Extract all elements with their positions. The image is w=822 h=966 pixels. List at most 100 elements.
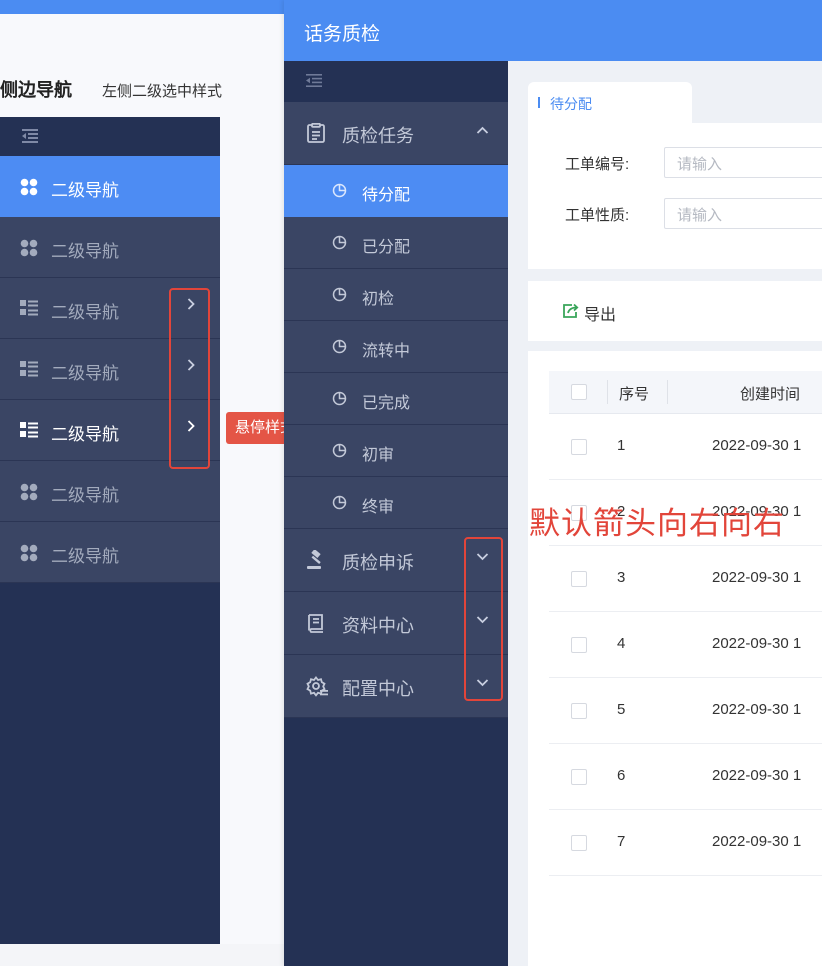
hover-style-tag: 悬停样式 (226, 412, 286, 444)
pie-chart-icon (332, 287, 347, 307)
pie-chart-icon (332, 183, 347, 203)
data-table: 序号 创建时间 1 2022-09-30 1 2 2022-09-30 1 3 2022-… (528, 351, 822, 966)
order-no-input[interactable]: 请输入 (664, 147, 822, 178)
sidebar-item-label: 流转中 (362, 343, 411, 360)
tab-indicator (538, 97, 540, 108)
table-row[interactable]: 1 2022-09-30 1 (549, 414, 822, 480)
sidebar-item[interactable]: 流转中 (284, 321, 508, 373)
row-create-time: 2022-09-30 1 (712, 635, 802, 652)
annotation-text: 默认箭头向右向右 (529, 506, 785, 541)
settings-icon (306, 676, 328, 702)
sidebar-item[interactable]: 初审 (284, 425, 508, 477)
export-label: 导出 (584, 307, 617, 324)
grid-icon (20, 483, 38, 506)
spec-nav-label: 二级导航 (51, 547, 119, 566)
sidebar-item[interactable]: 待分配 (284, 165, 508, 217)
select-all-checkbox[interactable] (571, 384, 587, 400)
grid-icon (20, 178, 38, 201)
filter-label-order-no: 工单编号: (565, 156, 630, 173)
header-create-time: 创建时间 (740, 386, 801, 403)
row-create-time: 2022-09-30 1 (712, 833, 802, 850)
sidebar-group-quality-task[interactable]: 质检任务 (284, 102, 508, 165)
row-create-time: 2022-09-30 1 (712, 767, 802, 784)
filter-panel: 工单编号: 请输入 工单性质: 请输入 (528, 123, 822, 269)
order-type-input[interactable]: 请输入 (664, 198, 822, 229)
row-create-time: 2022-09-30 1 (712, 701, 802, 718)
grid-icon (20, 544, 38, 567)
spec-subtitle: 左侧二级选中样式 (102, 83, 223, 100)
table-row[interactable]: 6 2022-09-30 1 (549, 744, 822, 810)
sidebar-item-label: 初检 (362, 291, 395, 308)
row-index: 6 (617, 767, 626, 784)
spec-nav-label: 二级导航 (51, 181, 119, 200)
clipboard-icon (306, 122, 326, 148)
sidebar-group-label: 质检申诉 (342, 553, 414, 573)
row-index: 5 (617, 701, 626, 718)
sidebar-group-label: 资料中心 (342, 616, 414, 636)
design-spec-panel: 侧边导航 左侧二级选中样式 二级导航 二级导航 二级导航 二级导航 二级导航 二级导航 二级… (0, 0, 286, 944)
spec-nav-item[interactable]: 二级导航 (0, 522, 220, 583)
spec-nav-item[interactable]: 二级导航 (0, 217, 220, 278)
spec-nav-label: 二级导航 (51, 425, 119, 444)
row-checkbox[interactable] (571, 571, 587, 587)
row-index: 7 (617, 833, 626, 850)
list-icon (20, 361, 38, 382)
row-checkbox[interactable] (571, 835, 587, 851)
table-row[interactable]: 3 2022-09-30 1 (549, 546, 822, 612)
header-separator (607, 380, 608, 404)
spec-arrow-highlight-box (169, 288, 210, 469)
spec-nav-item[interactable]: 二级导航 (0, 156, 220, 217)
spec-nav-label: 二级导航 (51, 303, 119, 322)
sidebar-item[interactable]: 初检 (284, 269, 508, 321)
sidebar-item-label: 已完成 (362, 395, 411, 412)
row-create-time: 2022-09-30 1 (712, 437, 802, 454)
app-header: 话务质检 (284, 0, 822, 61)
spec-nav-label: 二级导航 (51, 364, 119, 383)
book-icon (306, 613, 326, 638)
spec-sidebar: 二级导航 二级导航 二级导航 二级导航 二级导航 二级导航 二级导航 (0, 117, 220, 944)
spec-nav-item[interactable]: 二级导航 (0, 461, 220, 522)
gavel-icon (306, 549, 328, 575)
tab-bar: 待分配 (508, 61, 822, 123)
collapse-menu-icon (306, 74, 322, 92)
sidebar: 质检任务 待分配已分配初检流转中已完成初审终审 质检申诉 资料中心 (284, 61, 508, 966)
filter-label-order-type: 工单性质: (565, 207, 630, 224)
sidebar-item-label: 已分配 (362, 239, 411, 256)
export-icon (562, 303, 579, 323)
row-checkbox[interactable] (571, 439, 587, 455)
sidebar-item-label: 待分配 (362, 187, 411, 204)
sidebar-item[interactable]: 已完成 (284, 373, 508, 425)
sidebar-item-label: 终审 (362, 499, 395, 516)
sidebar-item[interactable]: 已分配 (284, 217, 508, 269)
table-header: 序号 创建时间 (549, 371, 822, 414)
sidebar-collapse-button[interactable] (284, 61, 508, 102)
chevron-up-icon (476, 122, 489, 138)
table-row[interactable]: 5 2022-09-30 1 (549, 678, 822, 744)
row-checkbox[interactable] (571, 769, 587, 785)
list-icon (20, 300, 38, 321)
pie-chart-icon (332, 495, 347, 515)
app-window: 话务质检 质检任务 待分配已分配初检流转中已完成初审终审 质检申诉 (284, 0, 822, 966)
tab-label: 待分配 (550, 96, 592, 112)
tab-pending-assign[interactable]: 待分配 (528, 82, 692, 123)
chevron-highlight-box (464, 537, 503, 701)
row-index: 1 (617, 437, 626, 454)
sidebar-group-label: 质检任务 (342, 126, 414, 146)
header-separator (667, 380, 668, 404)
app-title: 话务质检 (304, 24, 381, 45)
sidebar-item-label: 初审 (362, 447, 395, 464)
spec-collapse-button[interactable] (0, 117, 220, 156)
row-checkbox[interactable] (571, 637, 587, 653)
row-checkbox[interactable] (571, 703, 587, 719)
grid-icon (20, 239, 38, 262)
list-icon (20, 422, 38, 443)
header-index: 序号 (619, 386, 650, 403)
sidebar-item[interactable]: 终审 (284, 477, 508, 529)
row-index: 4 (617, 635, 626, 652)
toolbar: 导出 (528, 281, 822, 341)
spec-nav-label: 二级导航 (51, 242, 119, 261)
pie-chart-icon (332, 443, 347, 463)
spec-nav-label: 二级导航 (51, 486, 119, 505)
table-row[interactable]: 4 2022-09-30 1 (549, 612, 822, 678)
table-row[interactable]: 7 2022-09-30 1 (549, 810, 822, 876)
